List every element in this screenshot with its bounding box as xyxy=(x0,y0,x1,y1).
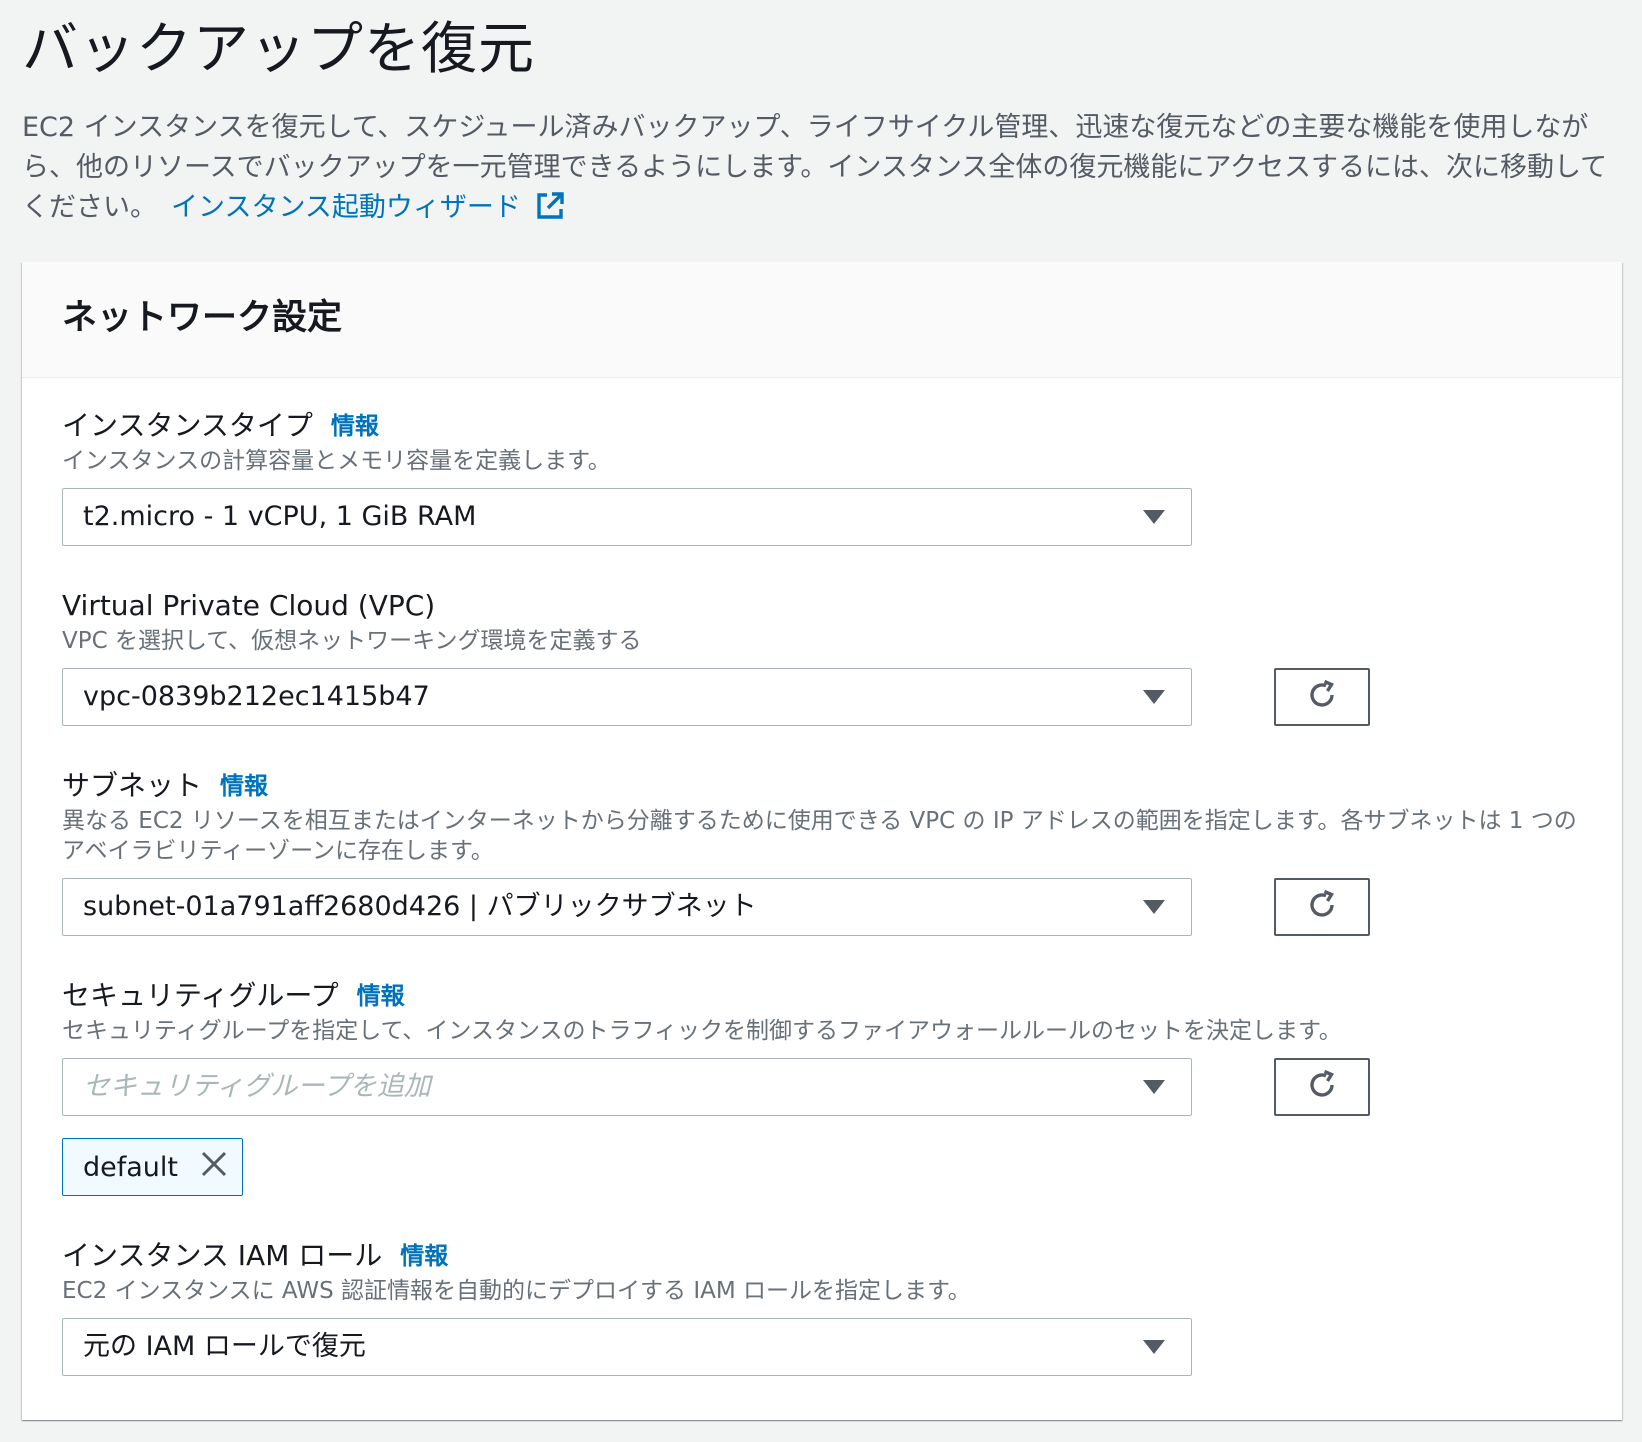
network-settings-title: ネットワーク設定 xyxy=(62,298,343,338)
security-group-token-row: default xyxy=(62,1138,1582,1198)
vpc-description: VPC を選択して、仮想ネットワーキング環境を定義する xyxy=(62,628,642,654)
instance-type-value: t2.micro - 1 vCPU, 1 GiB RAM xyxy=(83,501,477,532)
subnet-label: サブネット xyxy=(62,769,203,802)
token-dismiss-button[interactable] xyxy=(200,1150,228,1185)
security-group-info-link[interactable]: 情報 xyxy=(357,982,405,1010)
network-settings-header: ネットワーク設定 xyxy=(22,262,1622,378)
security-group-description: セキュリティグループを指定して、インスタンスのトラフィックを制御するファイアウォ… xyxy=(62,1018,1342,1044)
security-group-label-row: セキュリティグループ 情報 xyxy=(62,978,1582,1014)
vpc-label-row: Virtual Private Cloud (VPC) xyxy=(62,588,1582,624)
iam-role-label-row: インスタンス IAM ロール 情報 xyxy=(62,1238,1582,1274)
iam-role-label: インスタンス IAM ロール xyxy=(62,1239,383,1272)
external-link-icon xyxy=(535,191,565,233)
launch-wizard-link-label: インスタンス起動ウィザード xyxy=(171,192,521,223)
network-settings-panel: ネットワーク設定 インスタンスタイプ 情報 インスタンスの計算容量とメモリ容量を定… xyxy=(22,262,1622,1420)
security-group-control-row: セキュリティグループを追加 xyxy=(62,1058,1582,1118)
subnet-value: subnet-01a791aff2680d426 | パブリックサブネット xyxy=(83,891,757,922)
iam-role-value: 元の IAM ロールで復元 xyxy=(83,1331,366,1362)
instance-type-label-row: インスタンスタイプ 情報 xyxy=(62,408,1582,444)
subnet-label-row: サブネット 情報 xyxy=(62,768,1582,804)
iam-role-info-link[interactable]: 情報 xyxy=(400,1242,448,1270)
iam-role-description: EC2 インスタンスに AWS 認証情報を自動的にデプロイする IAM ロールを… xyxy=(62,1278,971,1304)
vpc-refresh-button[interactable] xyxy=(1274,668,1370,726)
security-group-select[interactable]: セキュリティグループを追加 xyxy=(62,1058,1192,1116)
iam-role-control-row: 元の IAM ロールで復元 xyxy=(62,1318,1582,1378)
iam-role-select[interactable]: 元の IAM ロールで復元 xyxy=(62,1318,1192,1376)
instance-type-info-link[interactable]: 情報 xyxy=(331,412,379,440)
vpc-select[interactable]: vpc-0839b212ec1415b47 xyxy=(62,668,1192,726)
vpc-field: Virtual Private Cloud (VPC) VPC を選択して、仮想… xyxy=(62,588,1582,728)
security-group-refresh-button[interactable] xyxy=(1274,1058,1370,1116)
restore-backup-page: バックアップを復元 EC2 インスタンスを復元して、スケジュール済みバックアップ… xyxy=(0,0,1642,1442)
vpc-label: Virtual Private Cloud (VPC) xyxy=(62,589,436,622)
subnet-select[interactable]: subnet-01a791aff2680d426 | パブリックサブネット xyxy=(62,878,1192,936)
refresh-icon xyxy=(1304,1067,1340,1107)
security-group-label: セキュリティグループ xyxy=(62,979,339,1012)
instance-type-description: インスタンスの計算容量とメモリ容量を定義します。 xyxy=(62,448,611,474)
instance-type-control-row: t2.micro - 1 vCPU, 1 GiB RAM xyxy=(62,488,1582,548)
refresh-icon xyxy=(1304,677,1340,717)
caret-down-icon xyxy=(1143,1340,1165,1354)
caret-down-icon xyxy=(1143,900,1165,914)
instance-type-field: インスタンスタイプ 情報 インスタンスの計算容量とメモリ容量を定義します。 t2.… xyxy=(62,408,1582,548)
vpc-value: vpc-0839b212ec1415b47 xyxy=(83,681,430,712)
caret-down-icon xyxy=(1143,690,1165,704)
subnet-refresh-button[interactable] xyxy=(1274,878,1370,936)
subnet-control-row: subnet-01a791aff2680d426 | パブリックサブネット xyxy=(62,878,1582,938)
close-icon xyxy=(200,1150,228,1185)
caret-down-icon xyxy=(1143,1080,1165,1094)
refresh-icon xyxy=(1304,887,1340,927)
subnet-field: サブネット 情報 異なる EC2 リソースを相互またはインターネットから分離するた… xyxy=(62,768,1582,938)
security-group-token: default xyxy=(62,1138,244,1196)
page-description: EC2 インスタンスを復元して、スケジュール済みバックアップ、ライフサイクル管理… xyxy=(22,108,1622,233)
subnet-description: 異なる EC2 リソースを相互またはインターネットから分離するために使用できる … xyxy=(62,808,1577,864)
vpc-control-row: vpc-0839b212ec1415b47 xyxy=(62,668,1582,728)
instance-type-select[interactable]: t2.micro - 1 vCPU, 1 GiB RAM xyxy=(62,488,1192,546)
iam-role-field: インスタンス IAM ロール 情報 EC2 インスタンスに AWS 認証情報を自動… xyxy=(62,1238,1582,1378)
security-group-field: セキュリティグループ 情報 セキュリティグループを指定して、インスタンスのトラフィ… xyxy=(62,978,1582,1198)
page-title: バックアップを復元 xyxy=(22,17,535,82)
caret-down-icon xyxy=(1143,510,1165,524)
instance-type-label: インスタンスタイプ xyxy=(62,409,313,442)
launch-wizard-link[interactable]: インスタンス起動ウィザード xyxy=(171,192,565,223)
security-group-token-label: default xyxy=(83,1151,179,1183)
security-group-placeholder: セキュリティグループを追加 xyxy=(83,1071,431,1102)
subnet-info-link[interactable]: 情報 xyxy=(220,772,268,800)
